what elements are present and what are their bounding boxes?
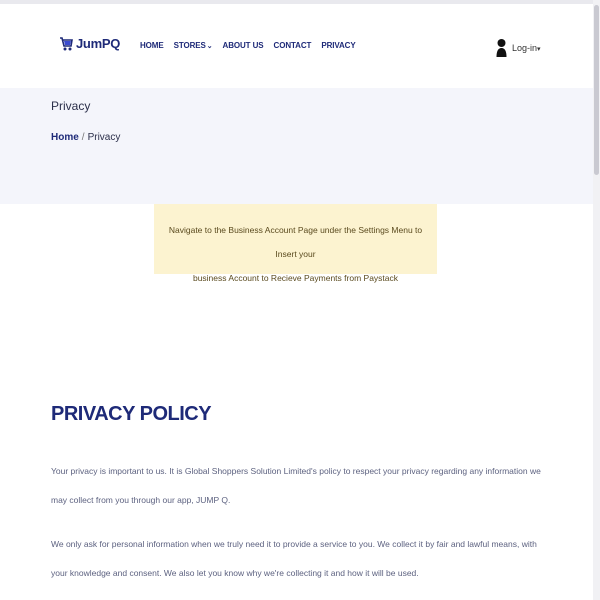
breadcrumb: Home / Privacy [51, 132, 120, 143]
chevron-down-icon: ⌄ [206, 43, 213, 50]
logo-text: JumPQ [76, 35, 121, 51]
login-label: Log-in▾ [512, 43, 541, 53]
privacy-policy-heading: PRIVACY POLICY [51, 403, 212, 426]
caret-down-icon: ▾ [537, 46, 541, 53]
login-text: Log-in [512, 43, 538, 53]
breadcrumb-current: Privacy [87, 132, 121, 143]
privacy-paragraph: Your privacy is important to us. It is G… [51, 465, 541, 505]
nav-stores[interactable]: STORES⌄ [174, 41, 213, 50]
privacy-paragraph: We only ask for personal information whe… [51, 538, 537, 578]
cart-logo-icon [60, 37, 73, 51]
page-title: Privacy [51, 99, 91, 113]
alert-line-1: Navigate to the Business Account Page un… [168, 225, 423, 259]
scrollbar[interactable] [593, 0, 600, 600]
nav-stores-label: STORES [173, 41, 206, 50]
user-icon [496, 39, 507, 57]
nav-about-us[interactable]: ABOUT US [223, 41, 264, 50]
alert-line-2: business Account to Recieve Payments fro… [192, 273, 399, 283]
page-banner: Privacy Home / Privacy [0, 88, 593, 204]
scrollbar-thumb[interactable] [594, 5, 599, 175]
breadcrumb-home[interactable]: Home [51, 132, 79, 143]
navbar: JumPQ HOME STORES⌄ ABOUT US CONTACT PRIV… [0, 4, 593, 88]
breadcrumb-separator: / [81, 132, 85, 143]
main-nav: HOME STORES⌄ ABOUT US CONTACT PRIVACY [140, 41, 356, 50]
nav-home[interactable]: HOME [140, 41, 164, 50]
nav-privacy[interactable]: PRIVACY [321, 41, 355, 50]
payment-setup-alert: Navigate to the Business Account Page un… [154, 204, 437, 283]
logo[interactable]: JumPQ [59, 34, 120, 52]
login-button[interactable]: Log-in▾ [496, 38, 541, 58]
nav-contact[interactable]: CONTACT [274, 41, 312, 50]
